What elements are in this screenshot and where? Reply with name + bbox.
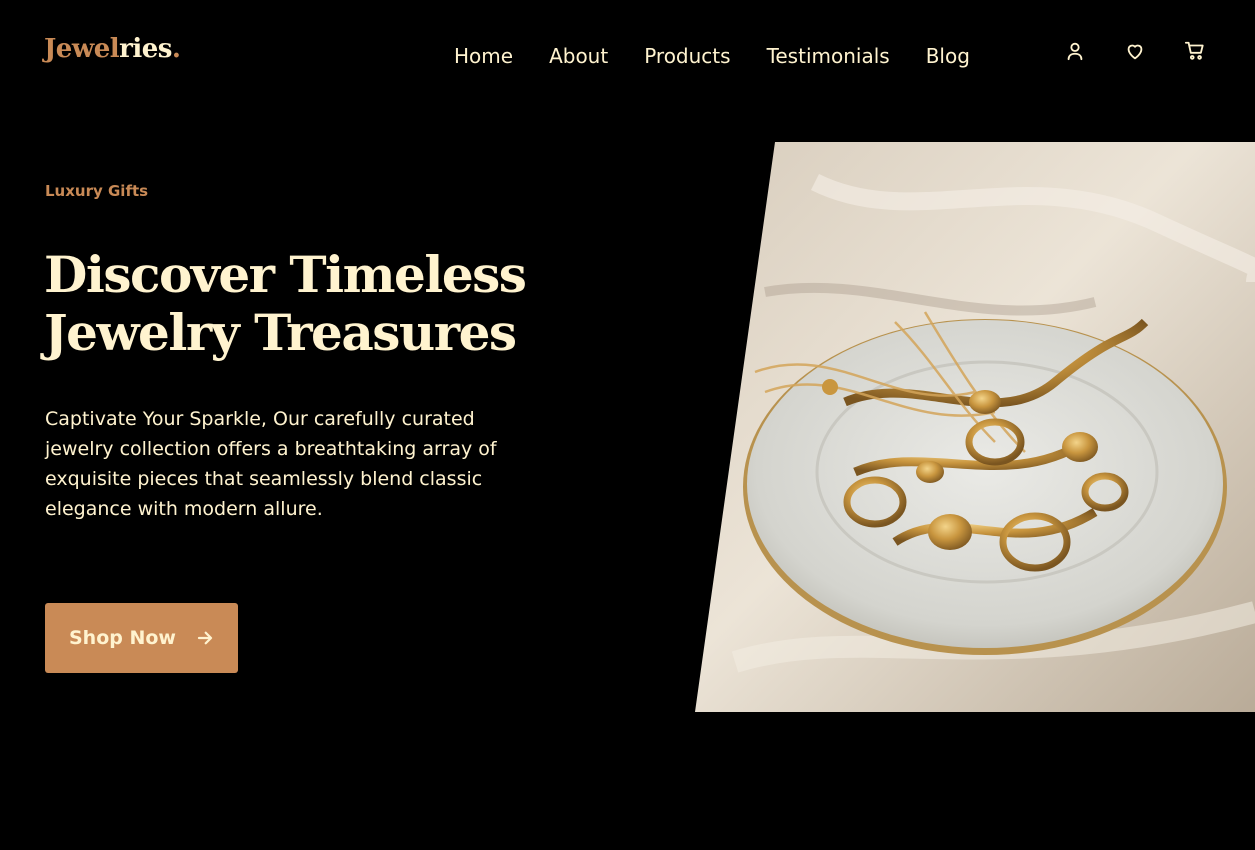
shop-now-button[interactable]: Shop Now	[45, 603, 238, 673]
brand-logo-part2: ries	[119, 34, 172, 64]
hero-title-line2: Jewelry Treasures	[44, 303, 517, 362]
hero-eyebrow: Luxury Gifts	[45, 182, 149, 200]
nav-blog-link[interactable]: Blog	[926, 44, 970, 68]
hero-title: Discover Timeless Jewelry Treasures	[44, 246, 564, 362]
hero-description: Captivate Your Sparkle, Our carefully cu…	[45, 408, 497, 520]
user-icon[interactable]	[1064, 40, 1086, 62]
brand-logo[interactable]: Jewelries.	[44, 34, 181, 64]
nav-about-link[interactable]: About	[549, 44, 608, 68]
hero-image	[695, 142, 1255, 712]
arrow-right-icon	[197, 631, 213, 645]
nav-products-link[interactable]: Products	[644, 44, 730, 68]
heart-icon[interactable]	[1124, 40, 1146, 62]
nav-testimonials-link[interactable]: Testimonials	[767, 44, 890, 68]
nav-home-link[interactable]: Home	[454, 44, 513, 68]
brand-logo-part1: Jewel	[44, 34, 120, 64]
hero-title-line1: Discover Timeless	[44, 245, 527, 304]
shop-now-label: Shop Now	[69, 627, 176, 649]
header-actions	[1064, 40, 1206, 62]
main-nav: Home About Products Testimonials Blog	[454, 44, 970, 68]
cart-icon[interactable]	[1184, 40, 1206, 62]
brand-logo-dot: .	[171, 34, 181, 64]
jewelry-plate-image	[695, 142, 1255, 712]
